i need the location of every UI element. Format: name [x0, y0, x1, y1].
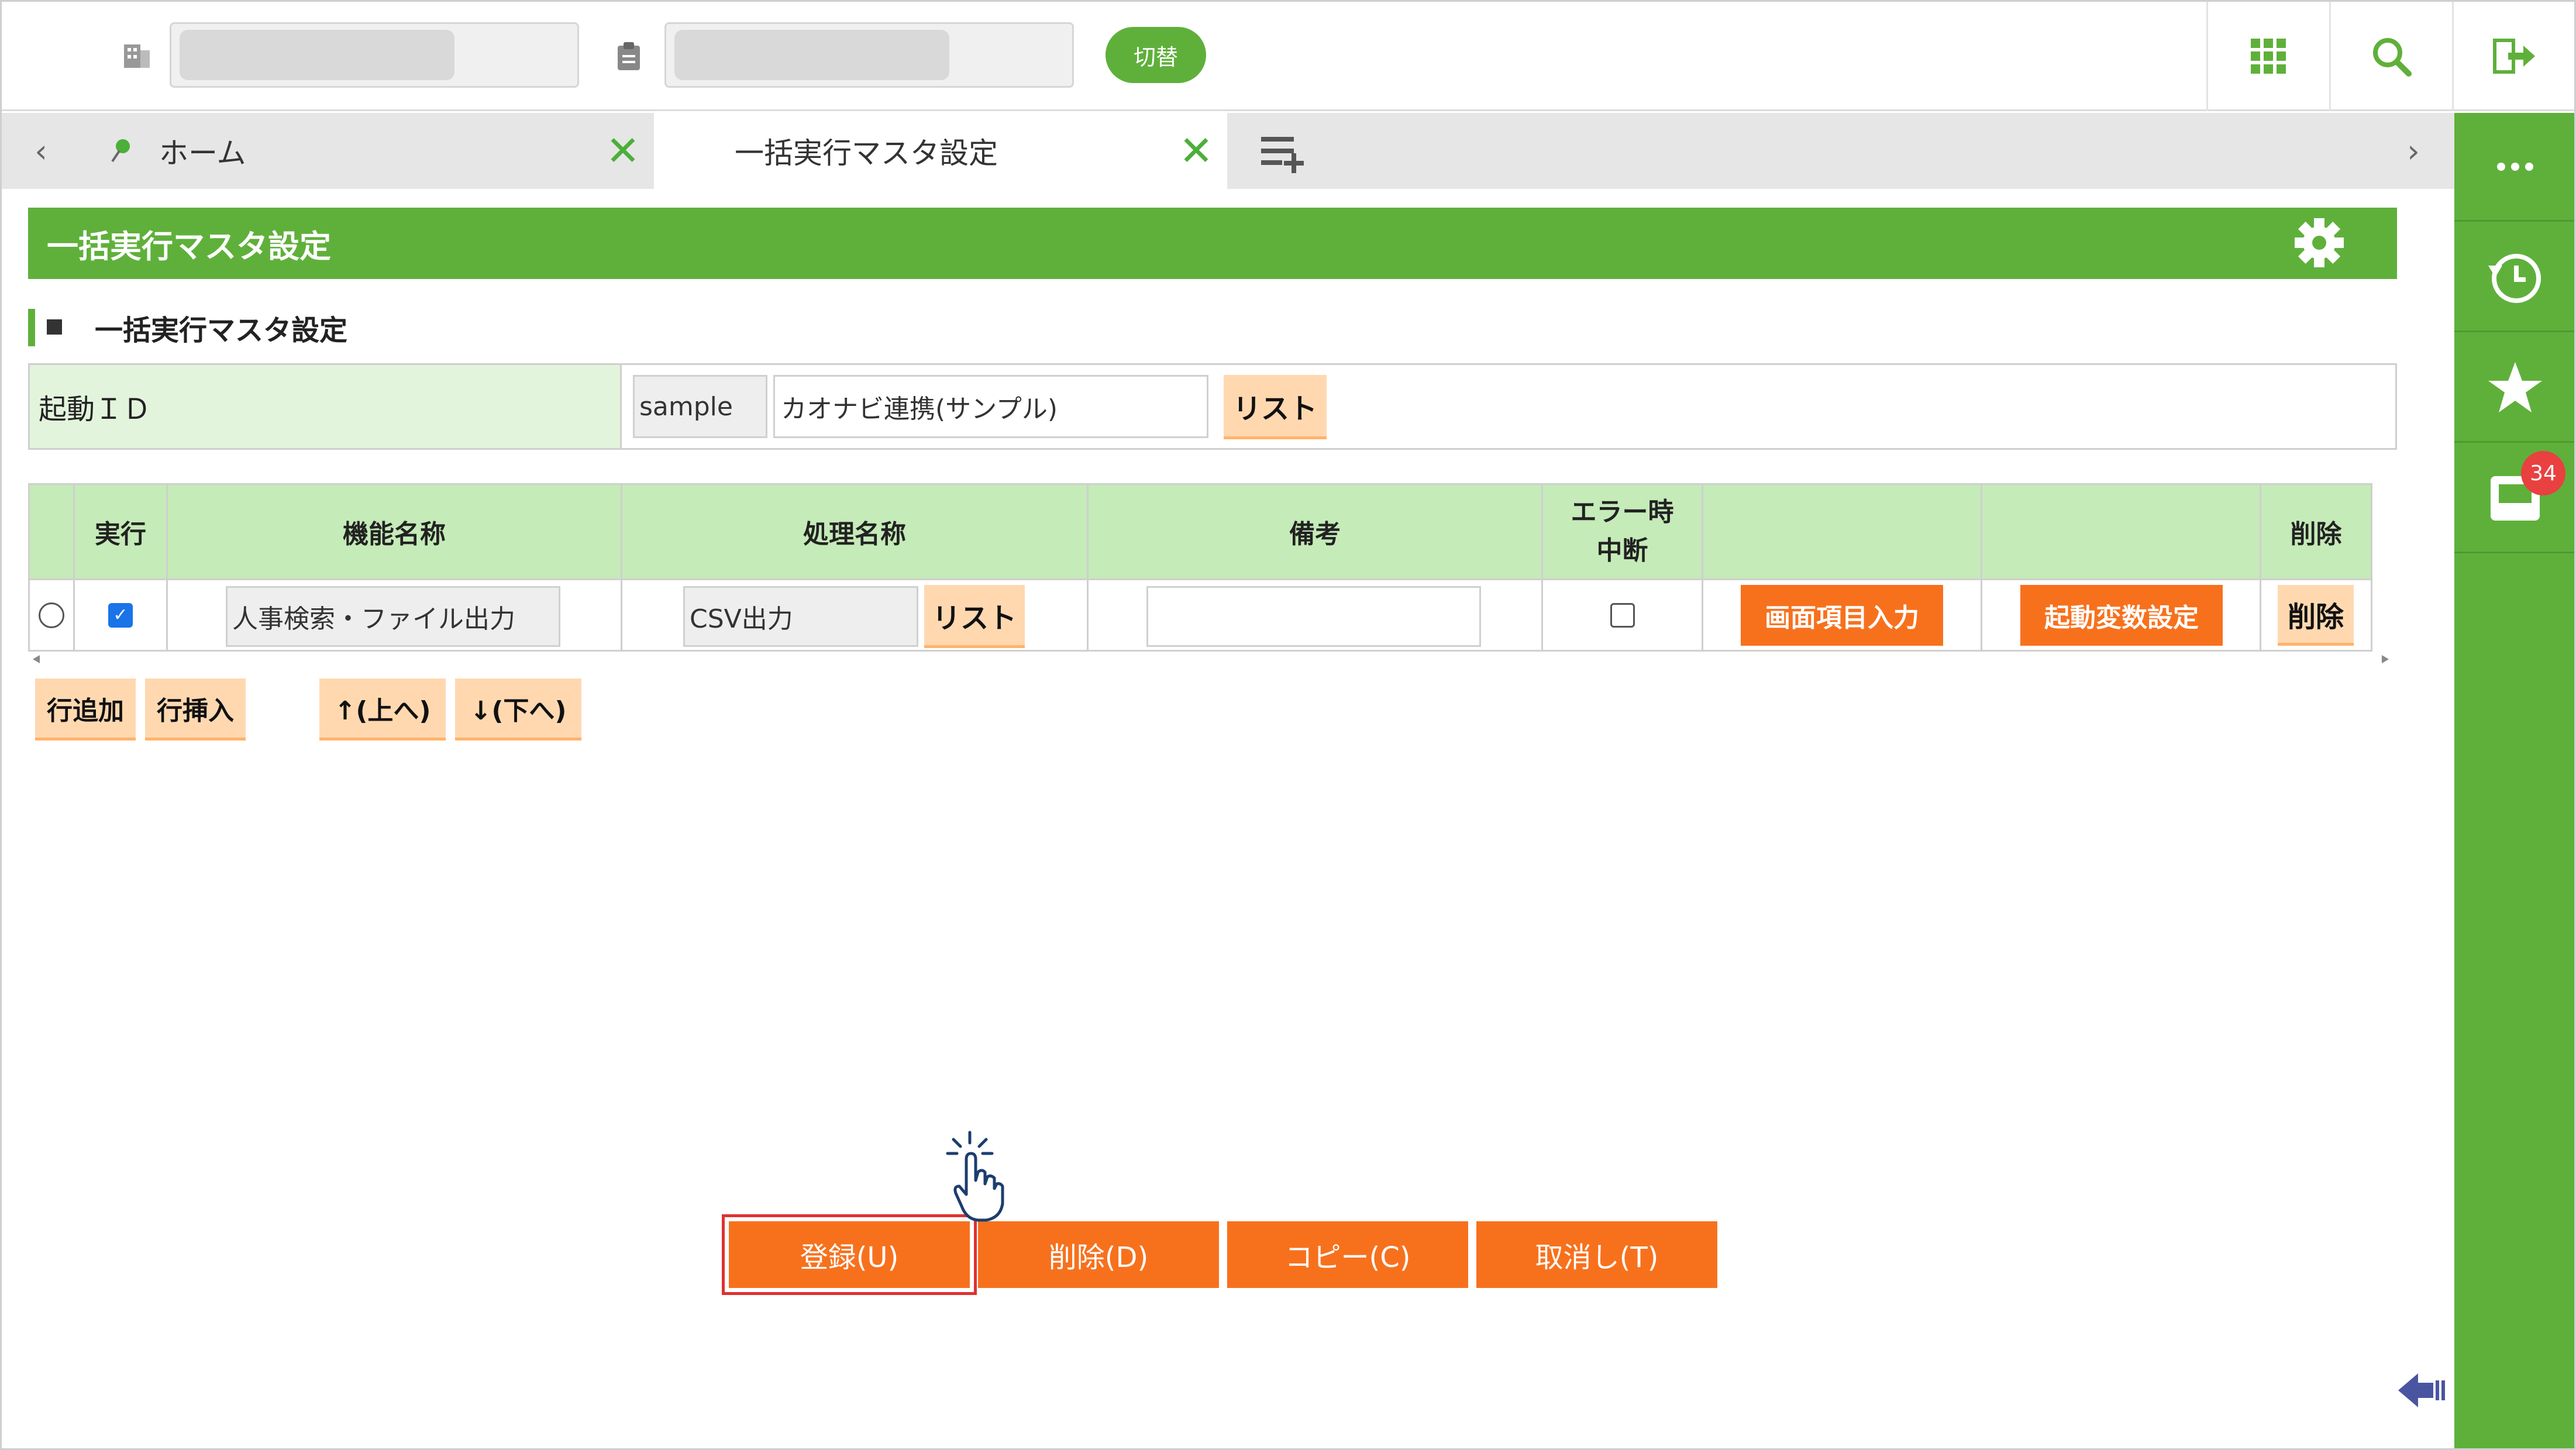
page-title: 一括実行マスタ設定 — [47, 228, 331, 265]
table-header-screen — [1702, 483, 1982, 580]
tab-scroll-right[interactable]: › — [2390, 113, 2437, 189]
header-error-line1: エラー時 — [1571, 497, 1674, 527]
execute-checkbox[interactable]: ✓ — [108, 602, 133, 628]
section-marker — [28, 309, 35, 346]
row-delete-button[interactable]: 削除 — [2278, 585, 2354, 646]
row-select-cell — [28, 580, 75, 652]
table-header-remarks: 備考 — [1087, 483, 1543, 580]
insert-row-button[interactable]: 行挿入 — [145, 678, 246, 741]
function-name-field: 人事検索・ファイル出力 — [226, 586, 560, 647]
cancel-button[interactable]: 取消し(T) — [1476, 1221, 1717, 1288]
startup-id-field: sample — [633, 375, 767, 438]
delete-button[interactable]: 削除(D) — [978, 1221, 1219, 1288]
logout-icon[interactable] — [2491, 35, 2537, 77]
header-divider — [2329, 0, 2331, 111]
table-header-execute: 実行 — [73, 483, 168, 580]
clipboard-icon — [614, 41, 643, 73]
table-header-vars — [1981, 483, 2261, 580]
close-icon[interactable]: ✕ — [1176, 113, 1217, 189]
tab-home-label: ホーム — [159, 136, 246, 170]
star-icon[interactable] — [2454, 334, 2576, 443]
row-radio[interactable] — [39, 602, 64, 628]
pin-icon — [109, 138, 132, 164]
header-divider — [2452, 0, 2454, 111]
move-down-button[interactable]: ↓(下へ) — [455, 678, 581, 741]
startup-list-button[interactable]: リスト — [1224, 375, 1327, 439]
history-icon[interactable] — [2454, 223, 2576, 332]
tab-scroll-left[interactable]: ‹ — [18, 113, 64, 189]
section-bullet — [47, 319, 62, 335]
gear-icon[interactable] — [2293, 216, 2346, 269]
add-row-button[interactable]: 行追加 — [35, 678, 136, 741]
switch-button[interactable]: 切替 — [1106, 27, 1206, 83]
remarks-input[interactable] — [1146, 586, 1481, 647]
table-header-function: 機能名称 — [166, 483, 622, 580]
row-execute-cell: ✓ — [73, 580, 168, 652]
building-icon — [120, 40, 152, 71]
error-stop-checkbox[interactable] — [1610, 602, 1635, 628]
startup-id-label: 起動ＩＤ — [39, 393, 151, 426]
header-error-line2: 中断 — [1596, 536, 1648, 566]
startup-vars-button[interactable]: 起動変数設定 — [2020, 585, 2223, 646]
collapse-arrow-icon[interactable] — [2398, 1370, 2448, 1411]
row-error-cell — [1541, 580, 1703, 652]
scroll-right-arrow[interactable] — [2382, 655, 2389, 663]
header-divider — [2206, 0, 2208, 111]
table-scrollbar[interactable] — [28, 654, 2397, 666]
screen-input-button[interactable]: 画面項目入力 — [1741, 585, 1943, 646]
add-tab-icon[interactable] — [1261, 133, 1314, 174]
grid-icon[interactable] — [2251, 39, 2286, 74]
tab-active-label: 一括実行マスタ設定 — [735, 136, 998, 170]
close-icon[interactable]: ✕ — [602, 113, 643, 189]
more-icon[interactable] — [2454, 113, 2576, 222]
search-icon[interactable] — [2370, 35, 2412, 77]
page-title-bar — [28, 208, 2397, 279]
notification-badge: 34 — [2521, 451, 2565, 495]
process-name-field: CSV出力 — [683, 586, 918, 647]
move-up-button[interactable]: ↑(上へ) — [319, 678, 446, 741]
startup-name-field[interactable]: カオナビ連携(サンプル) — [773, 375, 1208, 438]
copy-button[interactable]: コピー(C) — [1227, 1221, 1468, 1288]
register-button[interactable]: 登録(U) — [729, 1221, 970, 1288]
company-selector[interactable] — [170, 22, 579, 88]
table-header-error-stop: エラー時 中断 — [1541, 483, 1703, 580]
table-header-process: 処理名称 — [621, 483, 1089, 580]
click-pointer-icon — [943, 1130, 1013, 1224]
department-selector[interactable] — [664, 22, 1074, 88]
table-header-select — [28, 483, 75, 580]
section-heading: 一括実行マスタ設定 — [95, 314, 348, 347]
scroll-left-arrow[interactable] — [33, 655, 40, 663]
table-header-delete: 削除 — [2260, 483, 2372, 580]
process-list-button[interactable]: リスト — [924, 585, 1025, 648]
